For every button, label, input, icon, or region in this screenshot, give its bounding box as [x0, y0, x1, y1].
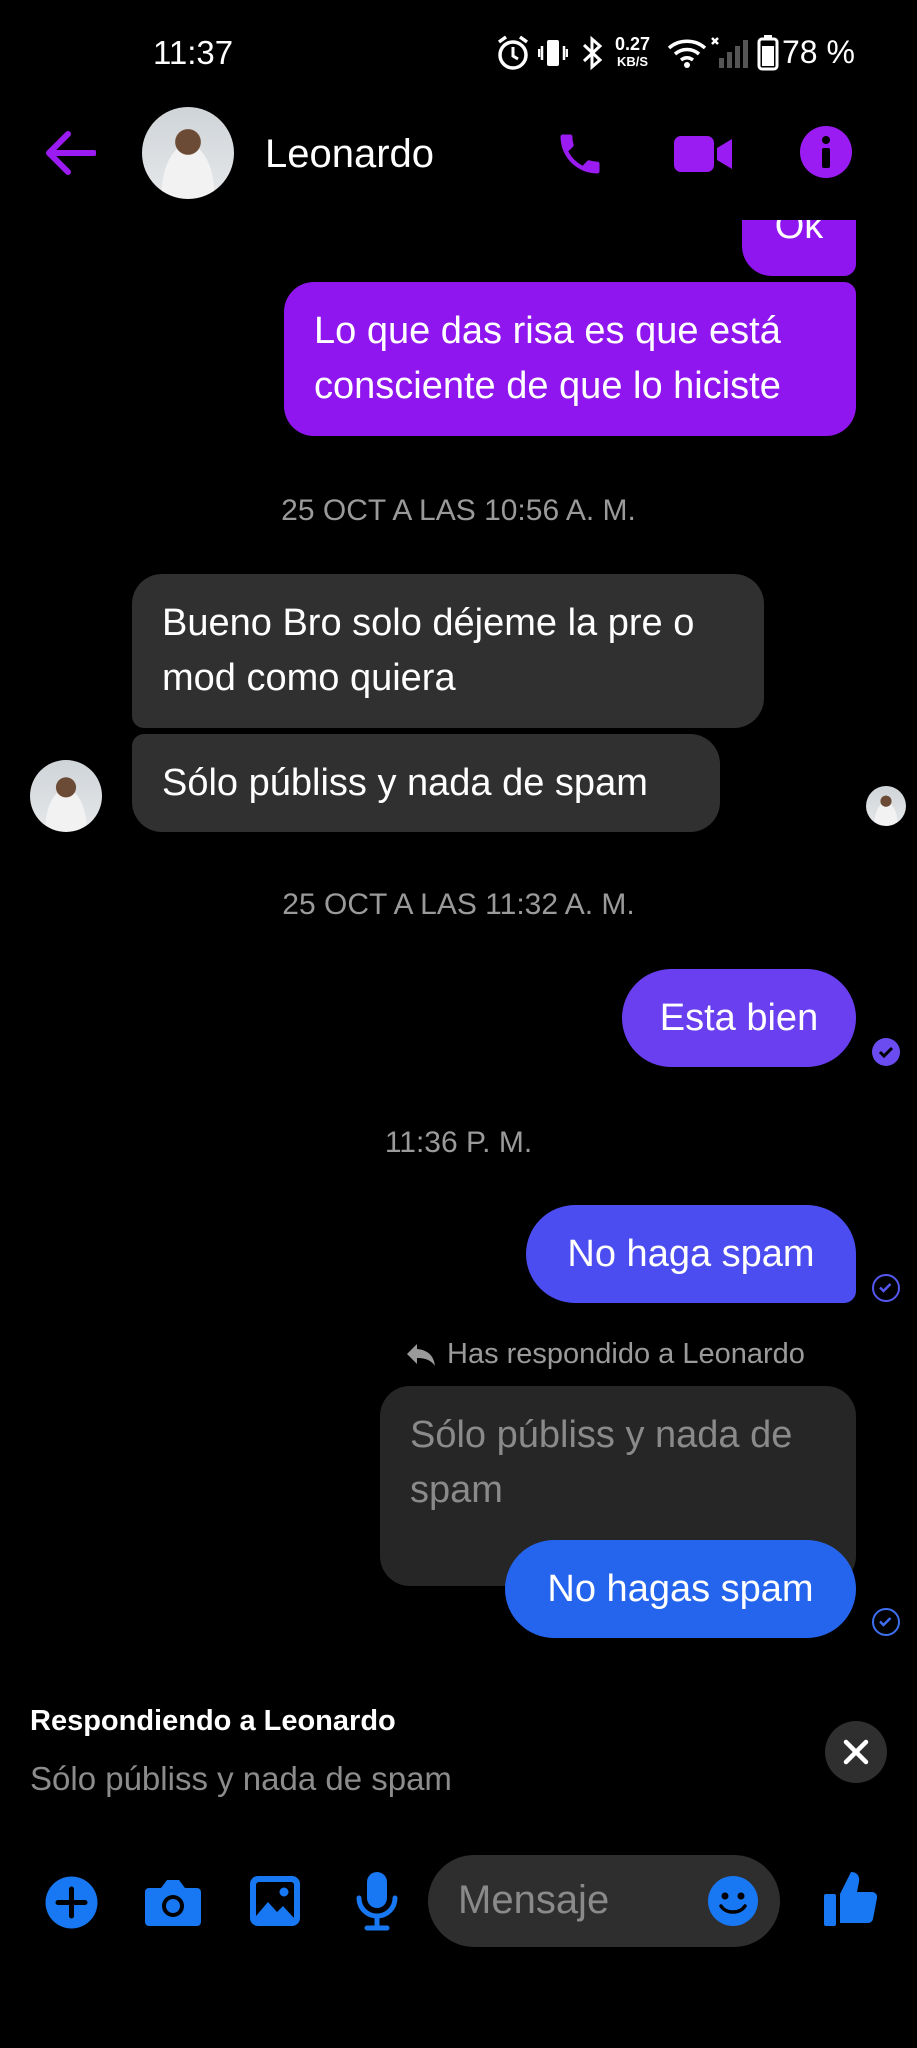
message-text: No hagas spam: [547, 1567, 814, 1610]
sent-check-icon: [872, 1274, 900, 1302]
message-text: Ok: [774, 220, 824, 247]
message-placeholder: Mensaje: [458, 1878, 610, 1922]
timestamp: 11:36 P. M.: [384, 1126, 533, 1159]
reply-preview: Sólo públiss y nada de spam: [30, 1760, 452, 1797]
reply-arrow-icon: [407, 1343, 435, 1366]
reply-notice: Has respondido a Leonardo: [405, 1338, 805, 1371]
battery-icon: [757, 34, 779, 74]
signal-icon: [710, 34, 752, 74]
reply-title: Respondiendo a Leonardo: [30, 1705, 396, 1737]
sender-avatar[interactable]: [30, 760, 102, 832]
message-list[interactable]: Ok Lo que das risa es que está conscient…: [0, 220, 917, 1645]
like-icon[interactable]: [822, 1868, 878, 1928]
battery-percent: 78 %: [782, 34, 855, 70]
microphone-icon[interactable]: [354, 1870, 400, 1932]
message-text: Sólo públiss y nada de spam: [162, 761, 648, 804]
read-receipt-avatar: [866, 786, 906, 826]
message-text: Esta bien: [659, 996, 819, 1039]
vibrate-icon: [537, 34, 569, 74]
close-reply-button[interactable]: [825, 1721, 887, 1783]
timestamp: 25 OCT A LAS 10:56 A. M.: [281, 494, 636, 527]
outgoing-message[interactable]: Ok: [742, 220, 856, 276]
outgoing-message[interactable]: Esta bien: [622, 969, 856, 1067]
status-time: 11:37: [153, 34, 234, 71]
camera-icon[interactable]: [143, 1874, 203, 1930]
info-icon[interactable]: [796, 122, 856, 182]
emoji-icon[interactable]: [707, 1875, 759, 1927]
reply-notice-text: Has respondido a Leonardo: [447, 1338, 805, 1370]
quoted-text: Sólo públiss y nada de spam: [410, 1414, 793, 1511]
network-speed: 0.27 KB/S: [615, 34, 651, 70]
video-camera-icon[interactable]: [670, 124, 736, 184]
outgoing-message[interactable]: No haga spam: [526, 1205, 856, 1303]
phone-icon[interactable]: [550, 124, 610, 184]
back-arrow-icon[interactable]: [40, 123, 100, 183]
bluetooth-icon: [578, 34, 608, 74]
network-speed-value: 0.27: [615, 34, 651, 54]
incoming-message[interactable]: Bueno Bro solo déjeme la pre o mod como …: [132, 574, 764, 728]
close-icon: [843, 1739, 869, 1765]
alarm-icon: [496, 34, 530, 74]
message-text: Lo que das risa es que está consciente d…: [314, 310, 781, 407]
incoming-message[interactable]: Sólo públiss y nada de spam: [132, 734, 720, 832]
outgoing-message[interactable]: No hagas spam: [505, 1540, 856, 1638]
delivered-check-icon: [872, 1038, 900, 1066]
network-speed-unit: KB/S: [616, 54, 649, 69]
plus-icon[interactable]: [44, 1875, 99, 1930]
sent-check-icon: [872, 1608, 900, 1636]
contact-avatar[interactable]: [142, 107, 234, 199]
message-text: Bueno Bro solo déjeme la pre o mod como …: [162, 602, 695, 699]
timestamp: 25 OCT A LAS 11:32 A. M.: [282, 888, 635, 921]
outgoing-message[interactable]: Lo que das risa es que está consciente d…: [284, 282, 856, 436]
message-text: No haga spam: [567, 1232, 815, 1275]
wifi-icon: [667, 34, 707, 74]
contact-name[interactable]: Leonardo: [265, 132, 434, 177]
gallery-icon[interactable]: [248, 1874, 302, 1928]
